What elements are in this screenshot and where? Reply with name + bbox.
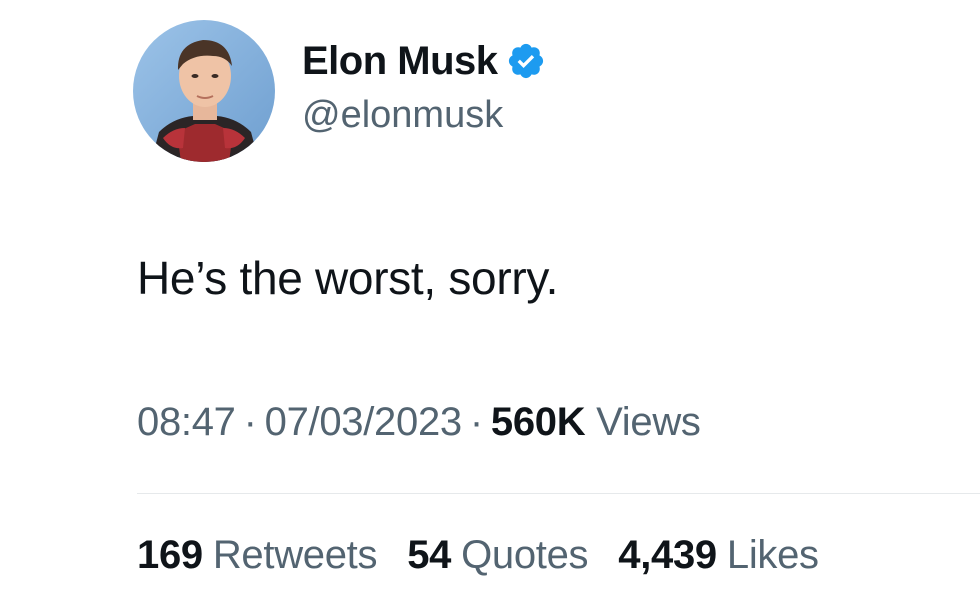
retweets-label: Retweets [212, 533, 378, 577]
tweet-text: He’s the worst, sorry. [137, 252, 559, 304]
verified-badge-icon[interactable] [506, 41, 546, 81]
quotes-stat[interactable]: 54 Quotes [407, 533, 588, 578]
quotes-label: Quotes [461, 533, 589, 577]
likes-count: 4,439 [618, 533, 717, 577]
avatar-image [133, 20, 275, 162]
tweet-date[interactable]: 07/03/2023 [265, 400, 463, 444]
tweet-time[interactable]: 08:47 [137, 400, 236, 444]
quotes-count: 54 [407, 533, 452, 577]
retweets-count: 169 [137, 533, 203, 577]
meta-separator: · [243, 400, 257, 444]
name-row: Elon Musk [302, 38, 546, 84]
retweets-stat[interactable]: 169 Retweets [137, 533, 377, 578]
author-name[interactable]: Elon Musk [302, 39, 498, 84]
tweet-meta: 08:47 · 07/03/2023 · 560K Views [137, 400, 701, 445]
views-count: 560K [490, 400, 586, 444]
likes-label: Likes [726, 533, 819, 577]
author-handle[interactable]: @elonmusk [302, 94, 546, 137]
likes-stat[interactable]: 4,439 Likes [618, 533, 819, 578]
views-label: Views [596, 400, 701, 444]
author-block: Elon Musk @elonmusk [302, 38, 546, 137]
tweet-card: Elon Musk @elonmusk He’s the worst, sorr… [0, 0, 980, 590]
engagement-stats: 169 Retweets 54 Quotes 4,439 Likes [137, 533, 819, 578]
avatar[interactable] [133, 20, 275, 162]
divider [137, 493, 980, 494]
meta-separator: · [469, 400, 483, 444]
